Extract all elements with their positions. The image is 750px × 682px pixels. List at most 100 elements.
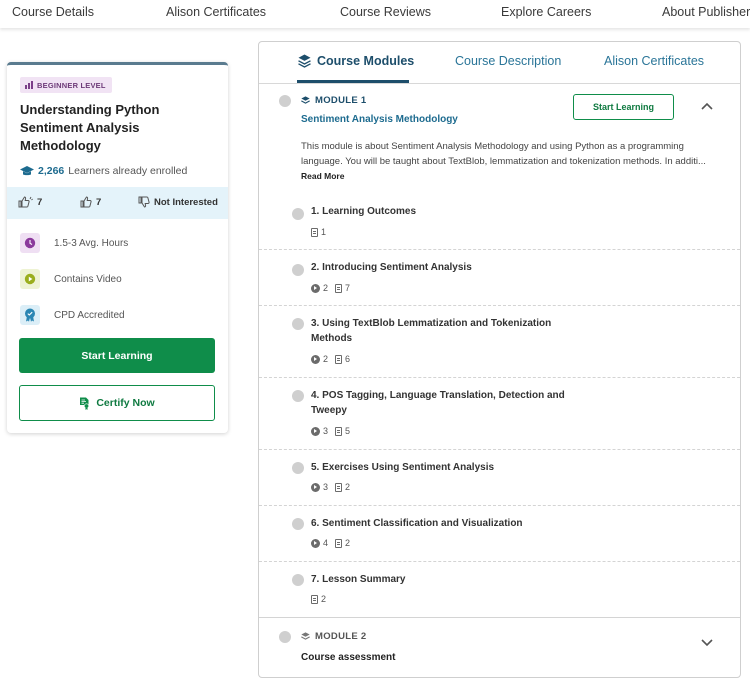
clock-icon [20, 233, 40, 253]
chevron-up-icon[interactable] [701, 102, 713, 110]
lesson-title: 7. Lesson Summary [311, 574, 406, 585]
certify-now-button[interactable]: Certify Now [19, 385, 215, 421]
learners-enrolled: 2,266 Learners already enrolled [20, 165, 187, 177]
vote-bar: 7 7 Not Interested [7, 187, 228, 219]
video-play-icon [311, 482, 320, 492]
course-title: Understanding Python Sentiment Analysis … [20, 102, 160, 153]
tab-course-modules[interactable]: Course Modules [298, 54, 414, 68]
lesson-status-circle [292, 574, 304, 586]
lesson-docs-count: 2 [345, 482, 351, 492]
lesson-videos-count: 3 [323, 482, 329, 492]
module-2-name[interactable]: Course assessment [301, 652, 396, 663]
lesson-videos-count: 2 [323, 354, 329, 364]
video-play-icon [311, 426, 320, 436]
layers-icon [298, 54, 311, 68]
layers-icon [301, 632, 310, 640]
feature-cpd-label: CPD Accredited [54, 309, 125, 321]
lesson-title: 1. Learning Outcomes [311, 206, 417, 217]
document-icon [335, 538, 343, 548]
tab-course-description[interactable]: Course Description [455, 54, 561, 68]
module-description-text: This module is about Sentiment Analysis … [301, 141, 706, 167]
video-play-icon [311, 538, 320, 548]
nav-course-reviews[interactable]: Course Reviews [340, 5, 431, 19]
lesson-item[interactable]: 2. Introducing Sentiment Analysis 2 7 [259, 250, 740, 306]
module-description: This module is about Sentiment Analysis … [301, 139, 726, 184]
feature-cpd: CPD Accredited [20, 305, 125, 325]
level-badge: BEGINNER LEVEL [20, 77, 112, 93]
lesson-status-circle [292, 208, 304, 220]
lesson-title: 4. POS Tagging, Language Translation, De… [311, 390, 565, 416]
lesson-item[interactable]: 1. Learning Outcomes 1 [259, 194, 740, 250]
module-divider [259, 617, 740, 618]
not-interested-button[interactable]: Not Interested [138, 196, 218, 208]
start-learning-button[interactable]: Start Learning [19, 338, 215, 373]
thumbs-up-multi-icon [18, 196, 33, 208]
lesson-videos-count: 3 [323, 426, 329, 436]
course-card: BEGINNER LEVEL Understanding Python Sent… [7, 62, 228, 433]
lesson-meta: 2 7 [311, 283, 354, 293]
module-1-label-text: MODULE 1 [315, 95, 367, 106]
nav-about-publisher[interactable]: About Publisher [662, 5, 750, 19]
thumbs-down-icon [138, 196, 150, 208]
lesson-docs-count: 2 [321, 594, 327, 604]
lesson-status-circle [292, 318, 304, 330]
graduation-cap-icon [20, 165, 34, 175]
thumbs-up-icon [80, 196, 92, 208]
lesson-meta: 2 [311, 594, 330, 604]
level-bars-icon [25, 81, 33, 89]
lesson-status-circle [292, 390, 304, 402]
module-1-label: MODULE 1 [301, 95, 367, 106]
module-1-name[interactable]: Sentiment Analysis Methodology [301, 114, 458, 125]
lesson-meta: 1 [311, 227, 330, 237]
dislikes-count: 7 [96, 196, 102, 208]
certificate-icon [80, 397, 90, 410]
lesson-status-circle [292, 462, 304, 474]
lesson-meta: 3 2 [311, 482, 354, 492]
chevron-down-icon[interactable] [701, 639, 713, 647]
nav-alison-certificates[interactable]: Alison Certificates [166, 5, 266, 19]
tab-course-modules-label: Course Modules [317, 54, 415, 68]
layers-icon [301, 96, 310, 104]
feature-video: Contains Video [20, 269, 122, 289]
document-icon [335, 283, 343, 293]
module-status-circle [279, 95, 291, 107]
like-button[interactable]: 7 [18, 196, 42, 208]
lesson-item[interactable]: 4. POS Tagging, Language Translation, De… [259, 378, 740, 450]
lesson-item[interactable]: 5. Exercises Using Sentiment Analysis 3 … [259, 450, 740, 506]
lesson-status-circle [292, 264, 304, 276]
read-more-link[interactable]: Read More [301, 171, 344, 181]
lesson-title: 3. Using TextBlob Lemmatization and Toke… [311, 318, 552, 344]
lesson-title: 2. Introducing Sentiment Analysis [311, 262, 472, 273]
top-navigation: Course Details Alison Certificates Cours… [0, 0, 750, 28]
module-2-label-text: MODULE 2 [315, 631, 367, 642]
document-icon [335, 426, 343, 436]
document-icon [335, 482, 343, 492]
lesson-meta: 2 6 [311, 354, 354, 364]
lesson-status-circle [292, 518, 304, 530]
feature-hours-label: 1.5-3 Avg. Hours [54, 237, 129, 249]
lesson-docs-count: 6 [345, 354, 351, 364]
feature-video-label: Contains Video [54, 273, 122, 285]
lesson-meta: 3 5 [311, 426, 354, 436]
not-interested-label: Not Interested [154, 196, 218, 208]
active-tab-indicator [297, 80, 409, 83]
course-content-panel: Course Modules Course Description Alison… [258, 41, 741, 678]
module-start-learning-button[interactable]: Start Learning [573, 94, 674, 120]
video-icon [20, 269, 40, 289]
lesson-item[interactable]: 3. Using TextBlob Lemmatization and Toke… [259, 306, 740, 378]
nav-course-details[interactable]: Course Details [12, 5, 94, 19]
module-status-circle [279, 631, 291, 643]
learners-count: 2,266 [38, 165, 65, 177]
lesson-docs-count: 1 [321, 227, 327, 237]
document-icon [335, 354, 343, 364]
nav-explore-careers[interactable]: Explore Careers [501, 5, 591, 19]
video-play-icon [311, 283, 320, 293]
lesson-item[interactable]: 7. Lesson Summary 2 [259, 562, 740, 617]
thumbs-up-button[interactable]: 7 [80, 196, 101, 208]
document-icon [311, 227, 318, 237]
video-play-icon [311, 354, 320, 364]
module-2-label: MODULE 2 [301, 631, 367, 642]
tab-alison-certificates[interactable]: Alison Certificates [604, 54, 704, 68]
award-badge-icon [20, 305, 40, 325]
lesson-item[interactable]: 6. Sentiment Classification and Visualiz… [259, 506, 740, 562]
